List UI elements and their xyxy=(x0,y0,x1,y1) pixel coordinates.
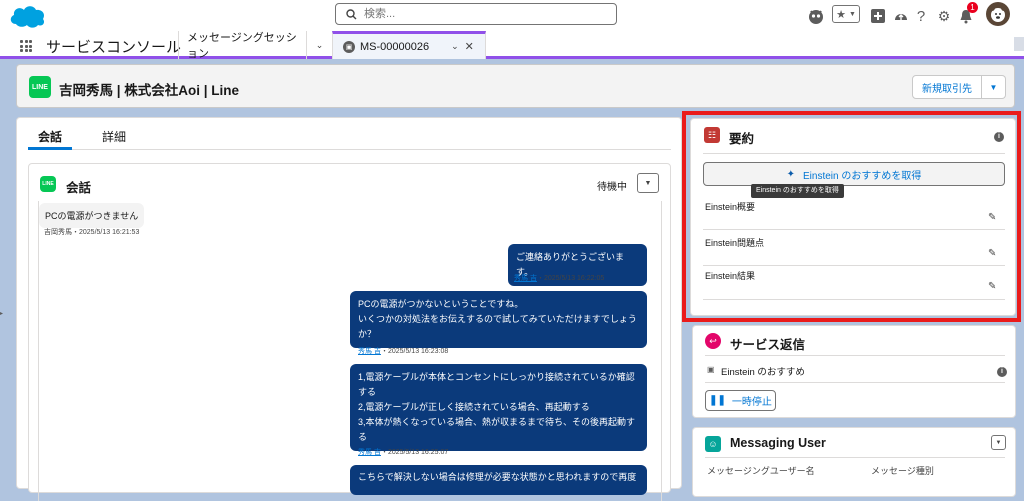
message-meta: 吉岡秀馬・2025/5/13 16:21:53 xyxy=(44,227,139,237)
messaging-session-icon: ▣ xyxy=(343,40,355,53)
star-icon: ★ xyxy=(836,8,846,21)
tab-label: メッセージングセッション xyxy=(187,32,297,60)
app-name: サービスコンソール xyxy=(46,39,182,56)
global-actions-button[interactable] xyxy=(870,6,886,26)
field-label-username: メッセージングユーザー名 xyxy=(707,466,815,476)
line-logo-icon: LINE xyxy=(40,176,56,192)
sender-name: 吉岡秀馬 xyxy=(44,229,72,236)
message-text: PCの電源がつきません xyxy=(45,211,139,221)
record-title: 吉岡秀馬 | 株式会社Aoi | Line xyxy=(59,83,240,98)
message-line: 2,電源ケーブルが正しく接続されている場合、再起動する xyxy=(358,402,590,412)
global-search[interactable] xyxy=(335,3,617,25)
sender-link[interactable]: 秀馬 吉 xyxy=(358,449,381,456)
messaging-user-title: Messaging User xyxy=(730,436,826,450)
message-meta: 秀馬 吉・2025/5/13 16:23:08 xyxy=(358,346,448,356)
chevron-down-icon: ▼ xyxy=(848,10,856,18)
chevron-down-icon[interactable]: ⌄ xyxy=(451,41,459,52)
outgoing-message: こちらで解決しない場合は修理が必要な状態かと思われますので再度 xyxy=(350,465,647,495)
salesforce-cloud-logo[interactable] xyxy=(8,2,48,30)
collapse-handle-icon[interactable]: ▸ xyxy=(0,310,3,317)
help-icon[interactable]: ? xyxy=(915,6,927,26)
chevron-down-icon: ▼ xyxy=(989,82,998,92)
console-nav-bar: サービスコンソール メッセージングセッション ⌄ ▣ MS-00000026 ⌄… xyxy=(0,31,1024,60)
record-highlights: LINE 吉岡秀馬 | 株式会社Aoi | Line 新規取引先 ▼ xyxy=(16,64,1015,108)
chevron-down-icon: ▼ xyxy=(644,179,652,187)
divider xyxy=(705,457,1005,458)
outgoing-message: PCの電源がつかないということですね。 いくつかの対処法をお伝えするので試してみ… xyxy=(350,291,647,348)
timestamp: ・2025/5/13 16:23:08 xyxy=(380,348,449,355)
info-icon[interactable]: i xyxy=(997,367,1007,377)
timestamp: ・2025/5/13 16:21:53 xyxy=(72,229,140,236)
button-label: 一時停止 xyxy=(731,397,772,408)
service-reply-title: サービス返信 xyxy=(730,338,806,352)
search-input[interactable] xyxy=(364,6,604,22)
pause-icon: ❚❚ xyxy=(709,395,726,406)
messaging-user-card: ☺ Messaging User ▼ メッセージングユーザー名 メッセージ種別 xyxy=(692,427,1016,497)
tab-ms-00000026[interactable]: ▣ MS-00000026 ⌄ ✕ xyxy=(332,31,486,59)
line-logo-icon: LINE xyxy=(29,76,51,98)
card-actions-dropdown[interactable]: ▼ xyxy=(991,435,1006,450)
gear-icon[interactable]: ⚙ xyxy=(936,6,952,26)
divider xyxy=(705,382,1005,383)
utility-toggle[interactable] xyxy=(1014,37,1024,51)
einstein-recommend-label: Einstein のおすすめ xyxy=(721,367,805,378)
conversation-status-dropdown[interactable]: ▼ xyxy=(637,173,659,193)
record-actions-dropdown[interactable]: ▼ xyxy=(982,75,1006,99)
einstein-avatar-icon[interactable] xyxy=(806,6,826,26)
tab-list-dropdown[interactable]: ⌄ xyxy=(306,31,332,59)
app-launcher-icon[interactable] xyxy=(20,40,32,52)
trailhead-icon xyxy=(895,14,907,21)
message-line: 1,電源ケーブルが本体とコンセントにしっかり接続されているか確認する xyxy=(358,372,635,397)
timestamp: ・2025/5/13 16:22:05 xyxy=(536,275,605,282)
favorites-button[interactable]: ★ ▼ xyxy=(832,5,860,23)
guidance-center-button[interactable] xyxy=(893,6,909,26)
tab-label: MS-00000026 xyxy=(360,40,430,53)
new-account-button[interactable]: 新規取引先 xyxy=(912,75,982,99)
field-label-message-type: メッセージ種別 xyxy=(871,466,934,476)
divider xyxy=(705,355,1005,356)
timestamp: ・2025/5/13 16:25:07 xyxy=(380,449,449,456)
user-avatar[interactable] xyxy=(986,2,1010,26)
highlight-frame xyxy=(682,111,1021,322)
message-line: いくつかの対処法をお伝えするので試してみていただけますでしょうか？ xyxy=(358,314,637,339)
tab-conversation[interactable]: 会話 xyxy=(28,128,72,150)
global-header: ★▼ ? ⚙ 1 xyxy=(0,0,1024,31)
sender-link[interactable]: 秀馬 吉 xyxy=(358,348,381,355)
conversation-status: 待機中 xyxy=(597,182,627,193)
conversation-title: 会話 xyxy=(66,181,92,195)
message-meta: 秀馬 吉・2025/5/13 16:25:07 xyxy=(358,447,448,457)
sender-link[interactable]: 秀馬 吉 xyxy=(514,275,537,282)
printer-icon: ▣ xyxy=(707,365,715,374)
notification-count-badge: 1 xyxy=(967,2,978,13)
message-line: PCの電源がつかないということですね。 xyxy=(358,299,524,309)
messaging-user-icon: ☺ xyxy=(705,436,721,452)
close-icon[interactable]: ✕ xyxy=(465,40,474,53)
incoming-message: PCの電源がつきません xyxy=(39,203,145,228)
chevron-down-icon: ⌄ xyxy=(315,39,324,50)
service-reply-icon: ↩ xyxy=(705,333,721,349)
chevron-down-icon: ▼ xyxy=(995,439,1002,446)
search-icon xyxy=(346,9,357,20)
tab-messaging-sessions[interactable]: メッセージングセッション xyxy=(178,31,306,60)
message-line: 3,本体が熱くなっている場合、熱が収まるまで待ち、その後再起動する xyxy=(358,417,636,442)
tab-details[interactable]: 詳細 xyxy=(102,128,126,145)
plus-icon xyxy=(871,9,885,23)
pause-button[interactable]: ❚❚ 一時停止 xyxy=(705,390,776,411)
service-reply-card: ↩ サービス返信 ▣ Einstein のおすすめ i ❚❚ 一時停止 xyxy=(692,325,1016,418)
message-text: こちらで解決しない場合は修理が必要な状態かと思われますので再度 xyxy=(358,472,637,482)
message-meta: 秀馬 吉・2025/5/13 16:22:05 xyxy=(514,273,604,283)
record-tabs: 会話 詳細 xyxy=(28,128,671,150)
outgoing-message: 1,電源ケーブルが本体とコンセントにしっかり接続されているか確認する 2,電源ケ… xyxy=(350,364,647,451)
